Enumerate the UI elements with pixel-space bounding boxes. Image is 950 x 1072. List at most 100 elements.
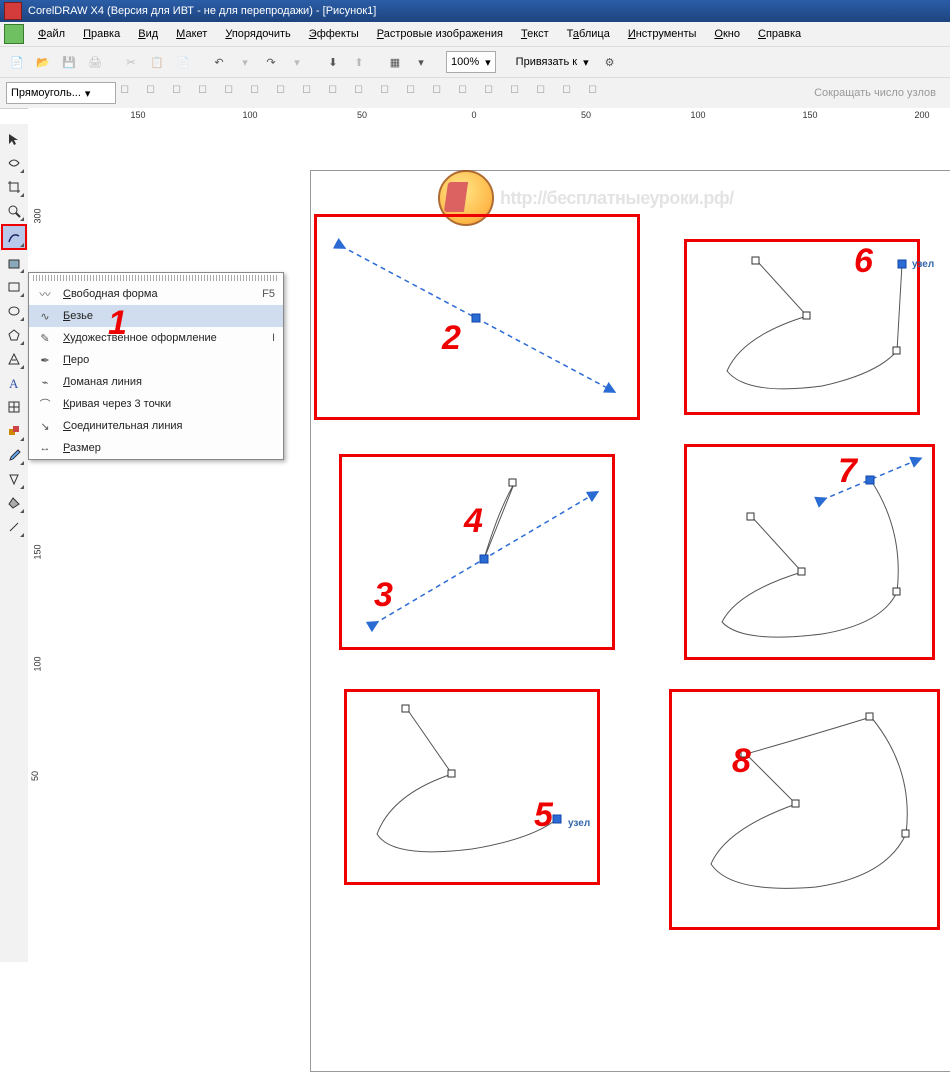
menu-tools[interactable]: Инструменты — [620, 25, 705, 43]
menu-file[interactable]: Файл — [30, 25, 73, 43]
curve-tool-flyout: 〰 Свободная форма F5 ∿ Безье ✎ Художеств… — [28, 272, 284, 460]
shortcut: F5 — [262, 288, 275, 300]
chevron-down-icon: ▾ — [485, 56, 491, 69]
undo-icon[interactable]: ↶ — [208, 51, 230, 73]
flyout-artistic[interactable]: ✎ Художественное оформление I — [29, 327, 283, 349]
property-bar: Прямоуголь...▾ ◻ ◻ ◻ ◻ ◻ ◻ ◻ ◻ ◻ ◻ ◻ ◻ ◻… — [0, 78, 950, 109]
freehand-icon: 〰 — [37, 286, 53, 302]
prop-btn-7[interactable]: ◻ — [276, 82, 298, 104]
ruler-tick: 150 — [130, 110, 145, 120]
flyout-polyline[interactable]: ⌁ Ломаная линия — [29, 371, 283, 393]
ruler-tick: 300 — [33, 208, 43, 223]
crop-tool-icon[interactable] — [3, 176, 25, 198]
table-tool-icon[interactable] — [3, 396, 25, 418]
snap-label: Привязать к — [516, 56, 577, 68]
flyout-freehand[interactable]: 〰 Свободная форма F5 — [29, 283, 283, 305]
menu-bitmaps[interactable]: Растровые изображения — [369, 25, 511, 43]
eyedropper-icon[interactable] — [3, 444, 25, 466]
pen-icon: ✒ — [37, 352, 53, 368]
menu-table[interactable]: Таблица — [559, 25, 618, 43]
interactive-fill-icon[interactable] — [3, 516, 25, 538]
export-icon[interactable]: ⬆ — [348, 51, 370, 73]
new-icon[interactable]: 📄 — [6, 51, 28, 73]
prop-btn-16[interactable]: ◻ — [510, 82, 532, 104]
print-icon[interactable]: 🖨 — [84, 51, 106, 73]
prop-btn-9[interactable]: ◻ — [328, 82, 350, 104]
artistic-icon: ✎ — [37, 330, 53, 346]
prop-btn-18[interactable]: ◻ — [562, 82, 584, 104]
prop-btn-2[interactable]: ◻ — [146, 82, 168, 104]
flyout-dimension[interactable]: ↔ Размер — [29, 437, 283, 459]
ruler-tick: 150 — [802, 110, 817, 120]
prop-btn-4[interactable]: ◻ — [198, 82, 220, 104]
svg-text:A: A — [9, 376, 19, 391]
ruler-tick: 50 — [30, 771, 40, 781]
smart-fill-icon[interactable] — [3, 252, 25, 274]
annotation-num-5: 5 — [534, 796, 553, 835]
options-icon[interactable]: ⚙ — [599, 51, 621, 73]
menu-window[interactable]: Окно — [706, 25, 748, 43]
prop-btn-8[interactable]: ◻ — [302, 82, 324, 104]
prop-btn-17[interactable]: ◻ — [536, 82, 558, 104]
shape-preset-combo[interactable]: Прямоуголь...▾ — [6, 82, 116, 104]
interactive-tool-icon[interactable] — [3, 420, 25, 442]
menu-help[interactable]: Справка — [750, 25, 809, 43]
flyout-bezier[interactable]: ∿ Безье — [29, 305, 283, 327]
fill-tool-icon[interactable] — [3, 492, 25, 514]
menu-effects[interactable]: Эффекты — [301, 25, 367, 43]
menu-layout[interactable]: Макет — [168, 25, 215, 43]
prop-btn-3[interactable]: ◻ — [172, 82, 194, 104]
menu-text[interactable]: Текст — [513, 25, 557, 43]
prop-btn-12[interactable]: ◻ — [406, 82, 428, 104]
prop-btn-5[interactable]: ◻ — [224, 82, 246, 104]
ruler-tick: 50 — [357, 110, 367, 120]
pick-tool-icon[interactable] — [3, 128, 25, 150]
flyout-grip[interactable] — [33, 275, 279, 281]
prop-btn-1[interactable]: ◻ — [120, 82, 142, 104]
save-icon[interactable]: 💾 — [58, 51, 80, 73]
prop-btn-6[interactable]: ◻ — [250, 82, 272, 104]
zoom-tool-icon[interactable] — [3, 200, 25, 222]
ruler-tick: 0 — [471, 110, 476, 120]
rectangle-tool-icon[interactable] — [3, 276, 25, 298]
redo-icon[interactable]: ↷ — [260, 51, 282, 73]
curve-tool-icon[interactable] — [1, 224, 27, 250]
prop-btn-11[interactable]: ◻ — [380, 82, 402, 104]
polygon-tool-icon[interactable] — [3, 324, 25, 346]
step5-path — [352, 699, 587, 874]
menu-view[interactable]: Вид — [130, 25, 166, 43]
flyout-connector[interactable]: ↘ Соединительная линия — [29, 415, 283, 437]
prop-btn-15[interactable]: ◻ — [484, 82, 506, 104]
canvas[interactable]: http://бесплатныеуроки.рф/ — [44, 124, 950, 962]
ruler-tick: 150 — [33, 544, 43, 559]
basic-shapes-icon[interactable] — [3, 348, 25, 370]
import-icon[interactable]: ⬇ — [322, 51, 344, 73]
shape-tool-icon[interactable] — [3, 152, 25, 174]
zoom-combo[interactable]: 100%▾ — [446, 51, 496, 73]
cut-icon[interactable]: ✂ — [120, 51, 142, 73]
paste-icon[interactable]: 📄 — [172, 51, 194, 73]
step7-path — [692, 452, 927, 652]
snap-to[interactable]: Привязать к ▾ — [510, 52, 595, 72]
prop-btn-19[interactable]: ◻ — [588, 82, 610, 104]
copy-icon[interactable]: 📋 — [146, 51, 168, 73]
step6-path — [692, 246, 912, 406]
text-tool-icon[interactable]: A — [3, 372, 25, 394]
open-icon[interactable]: 📂 — [32, 51, 54, 73]
prop-btn-13[interactable]: ◻ — [432, 82, 454, 104]
welcome-icon[interactable]: ▾ — [410, 51, 432, 73]
prop-btn-10[interactable]: ◻ — [354, 82, 376, 104]
shape-preset-value: Прямоуголь... — [11, 87, 81, 99]
flyout-pen[interactable]: ✒ Перо — [29, 349, 283, 371]
menu-edit[interactable]: Правка — [75, 25, 128, 43]
doc-icon[interactable] — [4, 24, 24, 44]
flyout-3point[interactable]: ⌒ Кривая через 3 точки — [29, 393, 283, 415]
prop-btn-14[interactable]: ◻ — [458, 82, 480, 104]
outline-tool-icon[interactable] — [3, 468, 25, 490]
redo-drop-icon[interactable]: ▾ — [286, 51, 308, 73]
window-title: CorelDRAW X4 (Версия для ИВТ - не для пе… — [28, 5, 376, 17]
ellipse-tool-icon[interactable] — [3, 300, 25, 322]
appstart-icon[interactable]: ▦ — [384, 51, 406, 73]
undo-drop-icon[interactable]: ▾ — [234, 51, 256, 73]
menu-arrange[interactable]: Упорядочить — [217, 25, 298, 43]
